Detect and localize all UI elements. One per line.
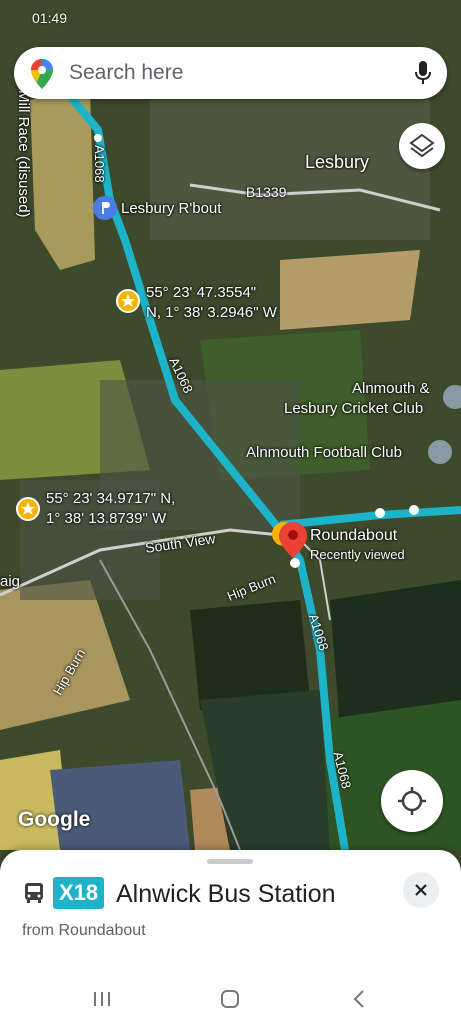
coord-label-2-line1: 55° 23' 34.9717" N,	[46, 490, 176, 507]
coord-label-1-line1: 55° 23' 47.3554"	[146, 284, 257, 301]
maps-logo-icon	[31, 59, 53, 89]
search-input[interactable]: Search here	[69, 61, 183, 85]
cricket-pin-icon[interactable]	[443, 385, 461, 409]
bus-stop-icon[interactable]	[93, 196, 117, 220]
cricket-label-line2[interactable]: Lesbury Cricket Club	[284, 400, 423, 417]
saved-place-star-icon-2[interactable]	[16, 497, 40, 521]
map-label-mill-race: Mill Race (disused)	[15, 90, 32, 218]
back-icon[interactable]	[352, 989, 366, 1009]
recent-apps-icon[interactable]	[92, 990, 112, 1008]
crosshair-icon	[398, 787, 426, 815]
bus-icon	[25, 883, 43, 903]
layers-button[interactable]	[399, 123, 445, 169]
map-label-lesbury-rbout[interactable]: Lesbury R'bout	[121, 200, 221, 217]
map-label-a1068-top: A1068	[92, 145, 107, 183]
status-time: 01:49	[32, 10, 68, 26]
saved-place-star-icon[interactable]	[116, 289, 140, 313]
layers-icon	[409, 133, 435, 158]
roundabout-pin-icon[interactable]	[279, 522, 307, 558]
map-label-b1339: B1339	[246, 184, 287, 200]
home-icon[interactable]	[220, 989, 240, 1009]
recently-viewed-label: Recently viewed	[310, 547, 405, 562]
close-button[interactable]	[403, 872, 439, 908]
microphone-icon[interactable]	[415, 61, 431, 85]
system-nav-bar	[0, 980, 461, 1024]
google-logo: Google	[18, 808, 91, 831]
cricket-label-line1[interactable]: Alnmouth &	[352, 380, 430, 397]
map-label-lesbury: Lesbury	[305, 152, 370, 172]
roundabout-label[interactable]: Roundabout	[310, 527, 397, 545]
route-badge: X18	[53, 877, 105, 909]
football-pin-icon[interactable]	[428, 440, 452, 464]
coord-label-2-line2: 1° 38' 13.8739" W	[46, 510, 167, 527]
my-location-button[interactable]	[381, 770, 443, 832]
from-stop-text: from Roundabout	[22, 922, 146, 939]
map-label-aig: aig	[0, 573, 21, 590]
map-view[interactable]: 01:49 Mill Race (disused) A1068 Lesbury …	[0, 0, 461, 900]
football-label[interactable]: Alnmouth Football Club	[246, 444, 402, 461]
close-icon	[415, 884, 427, 896]
search-bar[interactable]: Search here	[14, 47, 447, 99]
destination-title: Alnwick Bus Station	[116, 880, 336, 908]
coord-label-1-line2: N, 1° 38' 3.2946" W	[146, 304, 277, 321]
sheet-drag-handle[interactable]	[207, 859, 253, 864]
